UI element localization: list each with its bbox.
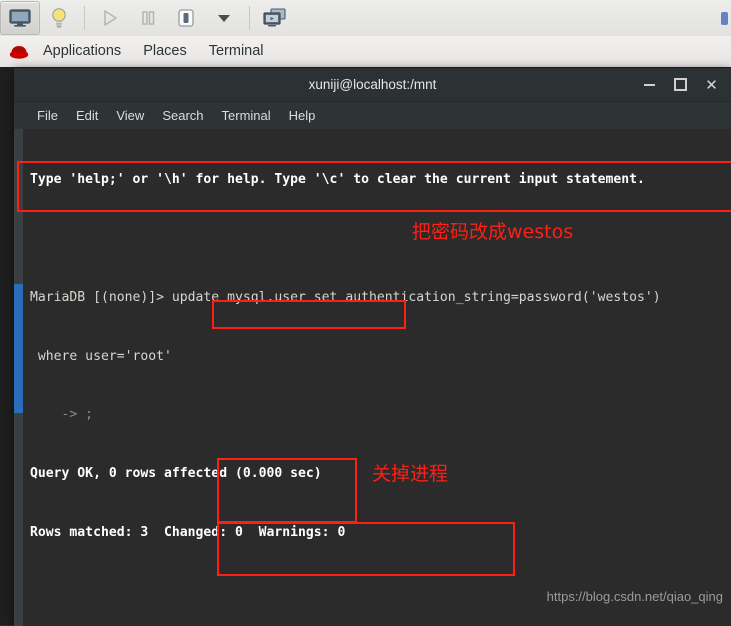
- terminal-output-area[interactable]: Type 'help;' or '\h' for help. Type '\c'…: [14, 129, 731, 626]
- multi-monitor-icon[interactable]: [256, 1, 294, 35]
- menu-file[interactable]: File: [28, 102, 67, 129]
- pause-icon[interactable]: [129, 1, 167, 35]
- menu-search[interactable]: Search: [153, 102, 212, 129]
- minimize-icon[interactable]: [634, 68, 665, 101]
- menu-help[interactable]: Help: [280, 102, 325, 129]
- terminal-line: -> ;: [30, 407, 94, 423]
- menu-terminal[interactable]: Terminal: [213, 102, 280, 129]
- terminal-title-bar[interactable]: xuniji@localhost:/mnt ✕: [14, 68, 731, 102]
- play-icon[interactable]: [91, 1, 129, 35]
- gnome-menu-places[interactable]: Places: [132, 36, 198, 67]
- terminal-line: Rows matched: 3 Changed: 0 Warnings: 0: [30, 524, 346, 540]
- terminal-line: where user='root': [30, 348, 172, 364]
- terminal-text: Type 'help;' or '\h' for help. Type '\c'…: [30, 131, 669, 626]
- toolbar-divider-2: [249, 6, 250, 30]
- vm-toolbar: [0, 0, 731, 37]
- terminal-window: xuniji@localhost:/mnt ✕ File Edit View S…: [14, 68, 731, 626]
- terminal-menu-bar: File Edit View Search Terminal Help: [14, 102, 731, 129]
- monitor-icon[interactable]: [0, 1, 40, 35]
- maximize-icon[interactable]: [665, 68, 696, 101]
- menu-edit[interactable]: Edit: [67, 102, 107, 129]
- terminal-line: Type 'help;' or '\h' for help. Type '\c'…: [30, 172, 645, 188]
- menu-view[interactable]: View: [107, 102, 153, 129]
- note-kill-process: 关掉进程: [372, 463, 449, 485]
- gnome-menu-applications[interactable]: Applications: [32, 36, 132, 67]
- toolbar-edge-indicator-icon[interactable]: [721, 11, 728, 25]
- note-change-password: 把密码改成westos: [412, 221, 574, 243]
- reset-icon[interactable]: [167, 1, 205, 35]
- lightbulb-icon[interactable]: [40, 1, 78, 35]
- chevron-down-icon[interactable]: [205, 1, 243, 35]
- terminal-selection-marker[interactable]: [14, 284, 23, 413]
- terminal-line: Query OK, 0 rows affected (0.000 sec): [30, 466, 322, 482]
- watermark: https://blog.csdn.net/qiao_qing: [546, 589, 723, 604]
- redhat-logo-icon: [8, 43, 30, 60]
- window-controls: ✕: [634, 68, 727, 101]
- gnome-menu-terminal[interactable]: Terminal: [198, 36, 275, 67]
- gnome-top-panel: Applications Places Terminal: [0, 36, 731, 68]
- terminal-title: xuniji@localhost:/mnt: [308, 77, 437, 92]
- terminal-line: MariaDB [(none)]> update mysql.user set …: [30, 289, 661, 305]
- close-icon[interactable]: ✕: [696, 68, 727, 101]
- toolbar-divider: [84, 6, 85, 30]
